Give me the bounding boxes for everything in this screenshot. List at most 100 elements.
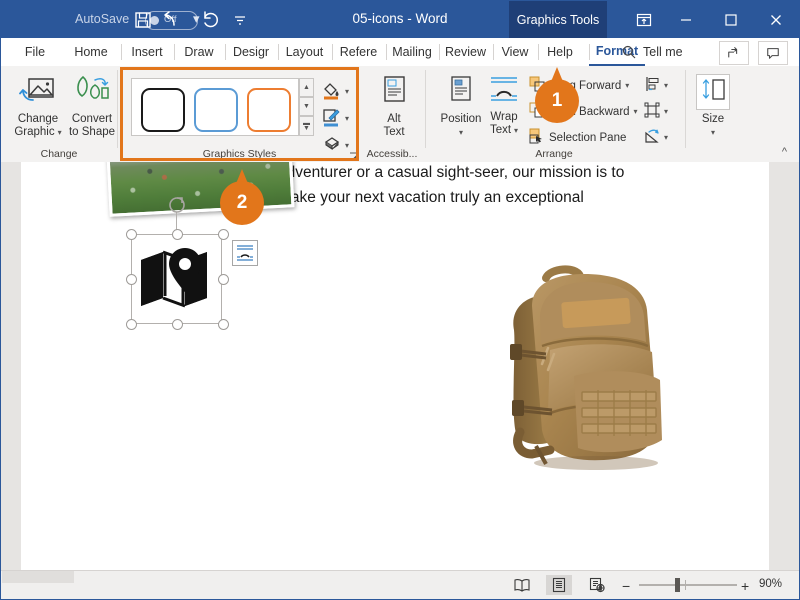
graphic-outline-caret[interactable]: ▾	[345, 114, 349, 123]
selection-handle-mr[interactable]	[218, 274, 229, 285]
graphics-styles-gallery[interactable]	[131, 78, 299, 136]
zoom-out-button[interactable]: −	[622, 578, 630, 594]
document-line-2: make your next vacation truly an excepti…	[278, 189, 584, 206]
alt-text-button[interactable]: Alt Text	[370, 74, 418, 139]
tell-me-search[interactable]: Tell me	[621, 38, 683, 66]
selection-handle-tl[interactable]	[126, 229, 137, 240]
undo-icon[interactable]	[159, 9, 181, 31]
collapse-ribbon-button[interactable]: ^	[782, 146, 787, 158]
size-caret[interactable]: ▾	[711, 126, 715, 139]
tab-mailings[interactable]: Mailing	[386, 38, 438, 66]
rotate-objects-caret[interactable]: ▾	[664, 133, 668, 142]
park-photo[interactable]	[106, 162, 295, 217]
position-label: Position	[440, 113, 482, 125]
read-mode-view-button[interactable]	[509, 575, 535, 595]
tab-draw[interactable]: Draw	[174, 38, 224, 66]
graphics-style-thumb-orange[interactable]	[247, 88, 291, 132]
tab-help[interactable]: Help	[538, 38, 582, 66]
document-page[interactable]: adventurer or a casual sight-seer, our m…	[21, 162, 769, 572]
change-graphic-caret[interactable]: ▾	[58, 126, 62, 139]
selection-pane-label: Selection Pane	[549, 131, 627, 144]
status-bar: − + 90%	[1, 570, 799, 599]
convert-to-shape-label-2: to Shape	[68, 126, 116, 138]
rotate-objects-button[interactable]: ▾	[644, 128, 668, 147]
graphics-style-thumb-black[interactable]	[141, 88, 185, 132]
selection-handle-tr[interactable]	[218, 229, 229, 240]
print-layout-view-button[interactable]	[546, 575, 572, 595]
graphics-style-thumb-blue[interactable]	[194, 88, 238, 132]
web-layout-view-button[interactable]	[584, 575, 610, 595]
graphic-fill-button[interactable]: ▾	[321, 80, 349, 103]
selection-handle-bc[interactable]	[172, 319, 183, 330]
comments-icon[interactable]	[758, 41, 788, 65]
graphic-outline-button[interactable]: ▾	[321, 107, 349, 130]
group-objects-button[interactable]: ▾	[644, 102, 668, 121]
zoom-percent-label[interactable]: 90%	[759, 578, 782, 590]
rotation-handle[interactable]	[167, 195, 187, 220]
contextual-tab-graphics-tools[interactable]: Graphics Tools	[509, 1, 607, 38]
graphic-outline-icon	[321, 107, 341, 130]
tab-review[interactable]: Review	[439, 38, 492, 66]
tab-file[interactable]: File	[13, 38, 57, 66]
group-divider-3	[685, 70, 686, 148]
group-objects-caret[interactable]: ▾	[664, 107, 668, 116]
position-caret[interactable]: ▾	[459, 126, 463, 139]
align-objects-button[interactable]: ▾	[644, 76, 668, 95]
zoom-slider-thumb[interactable]	[675, 578, 680, 592]
size-label: Size	[701, 113, 725, 125]
title-bar: AutoSave Off ▾ 05-icons - Word Graphics …	[1, 1, 799, 38]
change-graphic-button[interactable]: Change Graphic ▾	[9, 74, 67, 139]
alt-text-label-2: Text	[383, 126, 405, 138]
selection-handle-tc[interactable]	[172, 229, 183, 240]
gallery-more-button[interactable]: ▬ ▼	[299, 116, 314, 136]
maximize-icon[interactable]	[708, 1, 753, 38]
graphic-fill-caret[interactable]: ▾	[345, 87, 349, 96]
ribbon-tab-strip: File Home Insert Draw Desigr Layout Refe…	[1, 38, 799, 67]
save-icon[interactable]	[132, 9, 154, 31]
zoom-in-button[interactable]: +	[741, 578, 749, 594]
group-label-graphics-styles: Graphics Styles	[202, 148, 277, 160]
convert-to-shape-label-1: Convert	[71, 113, 113, 125]
share-icon[interactable]	[719, 41, 749, 65]
wrap-text-caret[interactable]: ▾	[514, 124, 518, 137]
selection-handle-ml[interactable]	[126, 274, 137, 285]
graphics-styles-dialog-launcher[interactable]	[349, 149, 359, 160]
align-objects-icon	[644, 76, 660, 95]
qat-more-icon[interactable]	[229, 9, 251, 31]
park-photo-content	[109, 162, 292, 214]
autosave-label: AutoSave	[75, 12, 130, 26]
gallery-scroll-down-button[interactable]: ▼	[299, 97, 314, 116]
selection-handle-br[interactable]	[218, 319, 229, 330]
convert-to-shape-button[interactable]: Convert to Shape	[63, 74, 121, 139]
wrap-text-label-2: Text	[489, 124, 512, 136]
group-label-arrange: Arrange	[535, 148, 573, 160]
align-objects-caret[interactable]: ▾	[664, 81, 668, 90]
tell-me-label: Tell me	[643, 45, 683, 59]
send-backward-caret[interactable]: ▾	[634, 107, 638, 116]
backpack-image[interactable]	[484, 250, 684, 478]
tab-layout[interactable]: Layout	[278, 38, 331, 66]
tab-references[interactable]: Refere	[332, 38, 385, 66]
gallery-scroll-up-button[interactable]: ▲	[299, 78, 314, 97]
tab-home[interactable]: Home	[63, 38, 119, 66]
ribbon-display-options-icon[interactable]	[621, 1, 666, 38]
bring-forward-caret[interactable]: ▾	[625, 81, 629, 90]
zoom-slider-track[interactable]	[639, 584, 737, 586]
wrap-text-label-1: Wrap	[490, 111, 518, 123]
redo-icon[interactable]	[200, 9, 222, 31]
close-icon[interactable]	[753, 1, 798, 38]
tab-insert[interactable]: Insert	[121, 38, 173, 66]
undo-dropdown-caret[interactable]: ▾	[193, 11, 200, 27]
change-graphic-label-2: Graphic	[14, 126, 55, 138]
selection-pane-button[interactable]: Selection Pane	[529, 128, 626, 147]
document-canvas: adventurer or a casual sight-seer, our m…	[1, 162, 799, 572]
selection-handle-bl[interactable]	[126, 319, 137, 330]
tab-view[interactable]: View	[493, 38, 537, 66]
map-pin-icon-graphic[interactable]	[139, 246, 215, 312]
tab-design[interactable]: Desigr	[225, 38, 277, 66]
wrap-text-button[interactable]: Wrap Text ▾	[480, 74, 528, 137]
word-window: AutoSave Off ▾ 05-icons - Word Graphics …	[0, 0, 800, 600]
minimize-icon[interactable]	[663, 1, 708, 38]
layout-options-button[interactable]	[232, 240, 258, 266]
size-button[interactable]: Size ▾	[693, 74, 733, 139]
